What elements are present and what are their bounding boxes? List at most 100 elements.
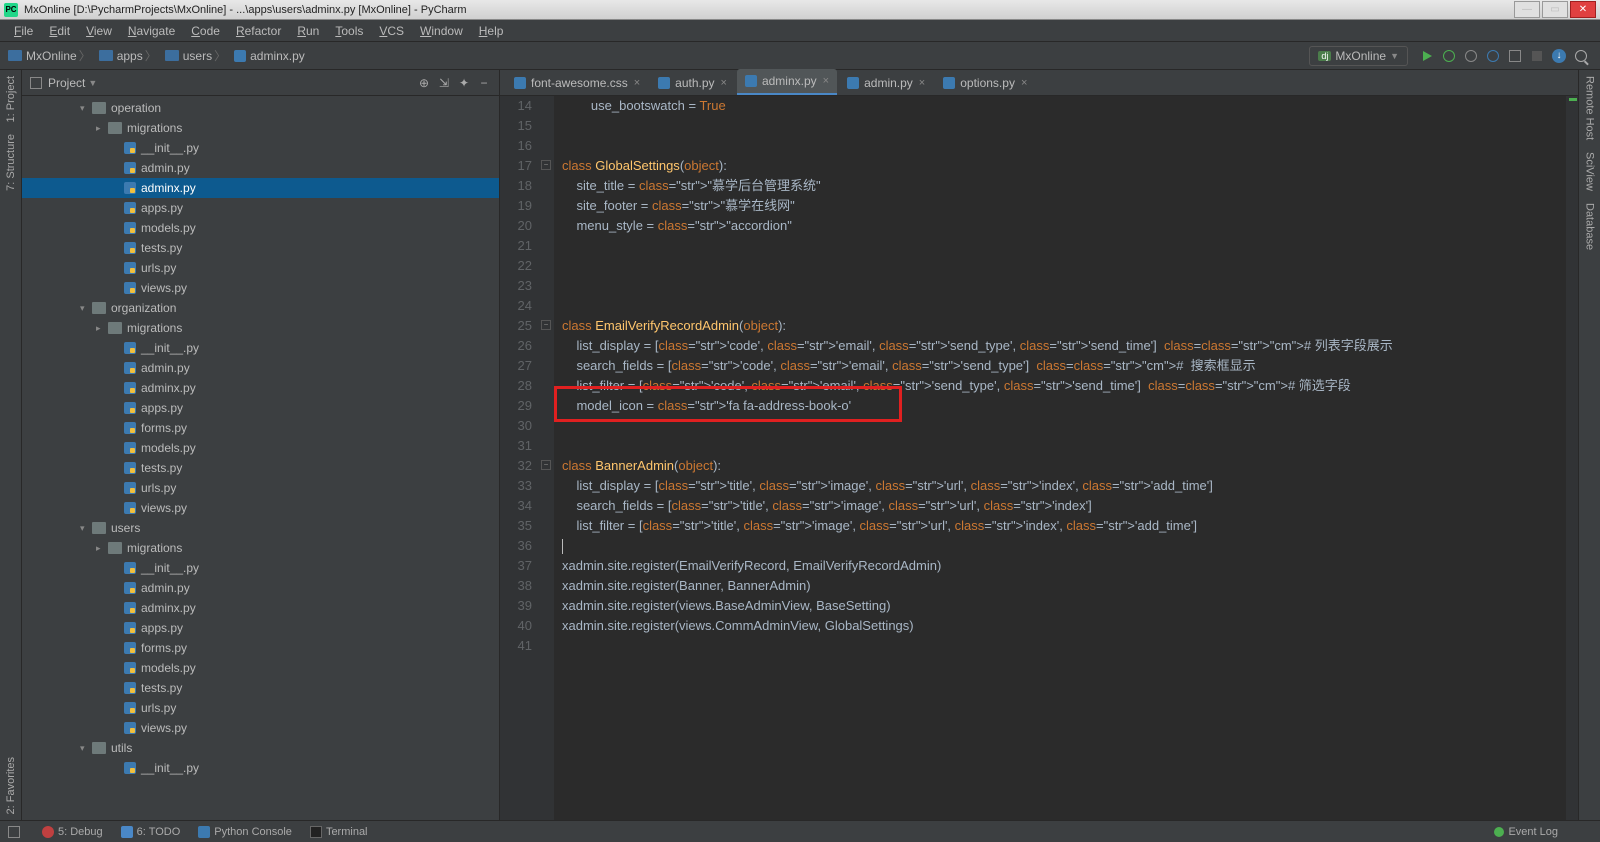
code-line[interactable]: list_filter = [class="str">'code', class… xyxy=(562,376,1566,396)
menu-navigate[interactable]: Navigate xyxy=(120,21,183,41)
tree-node-__init__-py[interactable]: __init__.py xyxy=(22,558,499,578)
code-line[interactable]: xadmin.site.register(views.BaseAdminView… xyxy=(562,596,1566,616)
code-line[interactable]: search_fields = [class="str">'code', cla… xyxy=(562,356,1566,376)
todo-tool-tab[interactable]: 6: TODO xyxy=(121,826,181,838)
remote-host-tab[interactable]: Remote Host xyxy=(1582,70,1598,146)
minimize-button[interactable]: — xyxy=(1514,1,1540,18)
code-line[interactable] xyxy=(562,416,1566,436)
close-tab-icon[interactable]: × xyxy=(1021,77,1027,89)
close-tab-icon[interactable]: × xyxy=(721,77,727,89)
tree-node-migrations[interactable]: ▸migrations xyxy=(22,318,499,338)
tool-window-toggle[interactable] xyxy=(8,826,24,838)
debug-button[interactable] xyxy=(1441,48,1457,64)
tree-node-urls-py[interactable]: urls.py xyxy=(22,258,499,278)
code-line[interactable] xyxy=(562,236,1566,256)
tree-node-models-py[interactable]: models.py xyxy=(22,218,499,238)
project-scope-icon[interactable] xyxy=(30,77,42,89)
menu-tools[interactable]: Tools xyxy=(327,21,371,41)
tree-node-adminx-py[interactable]: adminx.py xyxy=(22,378,499,398)
tree-node-views-py[interactable]: views.py xyxy=(22,718,499,738)
code-line[interactable]: xadmin.site.register(Banner, BannerAdmin… xyxy=(562,576,1566,596)
menu-view[interactable]: View xyxy=(78,21,120,41)
search-button[interactable] xyxy=(1573,48,1589,64)
menu-vcs[interactable]: VCS xyxy=(371,21,412,41)
settings-icon[interactable]: ✦ xyxy=(457,76,471,90)
menu-help[interactable]: Help xyxy=(471,21,512,41)
project-tool-tab[interactable]: 1: Project xyxy=(3,70,19,128)
tab-auth-py[interactable]: auth.py× xyxy=(650,71,735,95)
close-tab-icon[interactable]: × xyxy=(919,77,925,89)
code-line[interactable]: menu_style = class="str">"accordion" xyxy=(562,216,1566,236)
code-line[interactable] xyxy=(562,136,1566,156)
tree-node-operation[interactable]: ▾operation xyxy=(22,98,499,118)
code-line[interactable]: list_display = [class="str">'code', clas… xyxy=(562,336,1566,356)
code-line[interactable]: class GlobalSettings(object): xyxy=(562,156,1566,176)
breadcrumb-users[interactable]: users 〉 xyxy=(165,47,228,64)
tree-node-adminx-py[interactable]: adminx.py xyxy=(22,598,499,618)
maximize-button[interactable]: ▭ xyxy=(1542,1,1568,18)
tree-node-views-py[interactable]: views.py xyxy=(22,498,499,518)
menu-run[interactable]: Run xyxy=(289,21,327,41)
terminal-tab[interactable]: Terminal xyxy=(310,826,368,838)
project-tree[interactable]: ▾operation▸migrations__init__.pyadmin.py… xyxy=(22,96,499,820)
tree-node-models-py[interactable]: models.py xyxy=(22,658,499,678)
tree-node-__init__-py[interactable]: __init__.py xyxy=(22,338,499,358)
run-button[interactable] xyxy=(1419,48,1435,64)
code-line[interactable] xyxy=(562,636,1566,656)
code-line[interactable]: class BannerAdmin(object): xyxy=(562,456,1566,476)
code-editor[interactable]: 1415161718192021222324252627282930313233… xyxy=(500,96,1578,820)
tree-node-tests-py[interactable]: tests.py xyxy=(22,238,499,258)
tab-admin-py[interactable]: admin.py× xyxy=(839,71,933,95)
code-line[interactable]: list_display = [class="str">'title', cla… xyxy=(562,476,1566,496)
event-log[interactable]: Event Log xyxy=(1494,826,1558,838)
tree-node-models-py[interactable]: models.py xyxy=(22,438,499,458)
menu-window[interactable]: Window xyxy=(412,21,471,41)
debug-tool-tab[interactable]: 5: Debug xyxy=(42,826,103,838)
tree-node-forms-py[interactable]: forms.py xyxy=(22,418,499,438)
stop-button[interactable] xyxy=(1529,48,1545,64)
code-line[interactable]: model_icon = class="str">'fa fa-address-… xyxy=(562,396,1566,416)
fold-toggle-icon[interactable]: − xyxy=(541,320,551,330)
code-line[interactable] xyxy=(562,276,1566,296)
fold-toggle-icon[interactable]: − xyxy=(541,160,551,170)
code-line[interactable]: xadmin.site.register(views.CommAdminView… xyxy=(562,616,1566,636)
breadcrumb-apps[interactable]: apps 〉 xyxy=(99,47,159,64)
code-line[interactable] xyxy=(562,536,1566,556)
concurrency-button[interactable] xyxy=(1507,48,1523,64)
code-line[interactable]: list_filter = [class="str">'title', clas… xyxy=(562,516,1566,536)
tree-node-admin-py[interactable]: admin.py xyxy=(22,358,499,378)
hide-icon[interactable]: − xyxy=(477,76,491,90)
tab-font-awesome-css[interactable]: font-awesome.css× xyxy=(506,71,648,95)
tree-node-adminx-py[interactable]: adminx.py xyxy=(22,178,499,198)
run-configuration[interactable]: dj MxOnline ▼ xyxy=(1309,46,1408,66)
tree-node-users[interactable]: ▾users xyxy=(22,518,499,538)
code-line[interactable]: search_fields = [class="str">'title', cl… xyxy=(562,496,1566,516)
tree-node-forms-py[interactable]: forms.py xyxy=(22,638,499,658)
tree-node-admin-py[interactable]: admin.py xyxy=(22,578,499,598)
close-tab-icon[interactable]: × xyxy=(634,77,640,89)
tree-node-migrations[interactable]: ▸migrations xyxy=(22,538,499,558)
close-button[interactable]: ✕ xyxy=(1570,1,1596,18)
scope-dropdown-icon[interactable]: ▼ xyxy=(88,78,97,88)
code-content[interactable]: use_bootswatch = Trueclass GlobalSetting… xyxy=(554,96,1566,820)
fold-toggle-icon[interactable]: − xyxy=(541,460,551,470)
tree-node-views-py[interactable]: views.py xyxy=(22,278,499,298)
code-line[interactable]: site_footer = class="str">"慕学在线网" xyxy=(562,196,1566,216)
tree-node-admin-py[interactable]: admin.py xyxy=(22,158,499,178)
error-stripe[interactable] xyxy=(1566,96,1578,820)
python-console-tab[interactable]: Python Console xyxy=(198,826,292,838)
coverage-button[interactable] xyxy=(1463,48,1479,64)
collapse-icon[interactable]: ⇲ xyxy=(437,76,451,90)
close-tab-icon[interactable]: × xyxy=(823,75,829,87)
menu-refactor[interactable]: Refactor xyxy=(228,21,289,41)
favorites-tool-tab[interactable]: 2: Favorites xyxy=(3,751,19,820)
tree-node-tests-py[interactable]: tests.py xyxy=(22,678,499,698)
update-button[interactable]: ↓ xyxy=(1551,48,1567,64)
tree-node-tests-py[interactable]: tests.py xyxy=(22,458,499,478)
code-line[interactable] xyxy=(562,256,1566,276)
code-line[interactable] xyxy=(562,296,1566,316)
tree-node-utils[interactable]: ▾utils xyxy=(22,738,499,758)
tab-options-py[interactable]: options.py× xyxy=(935,71,1035,95)
sciview-tab[interactable]: SciView xyxy=(1582,146,1598,197)
structure-tool-tab[interactable]: 7: Structure xyxy=(3,128,19,197)
